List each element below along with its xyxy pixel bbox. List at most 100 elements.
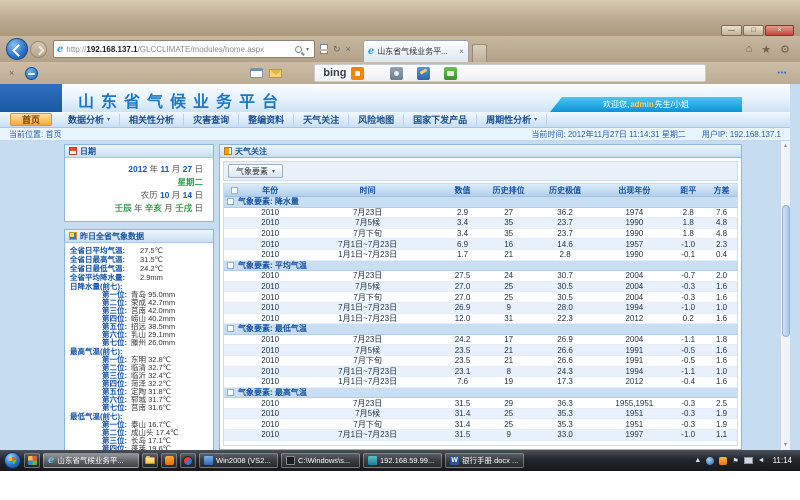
nav-item-整编资料[interactable]: 整编资料 [239,114,294,125]
weather-table: 年份时间数值历史排位历史极值出现年份距平方差气象要素: 降水量20107月23日… [223,183,738,446]
security-app-icon[interactable] [719,457,727,465]
table-cell: 7月1日~7月23日 [296,429,440,440]
stop-icon[interactable]: × [346,44,351,54]
browser-nav-bar: e http://192.168.137.1/GLCCLIMATE/module… [0,36,800,62]
home-icon[interactable]: ⌂ [746,43,753,56]
scrollbar-thumb[interactable] [782,205,790,337]
toolbar-close-icon[interactable]: × [9,68,14,78]
taskbar-window-5[interactable]: W银行手册.docx ... [445,453,524,468]
camera-icon[interactable] [390,67,403,80]
nav-item-首页[interactable]: 首页 [10,113,52,126]
table-cell: 24 [486,271,532,280]
compatibility-icon[interactable] [320,44,328,54]
scroll-up-icon[interactable]: ▲ [781,141,790,151]
start-button[interactable] [4,452,21,469]
page-scrollbar[interactable]: ▲ ▼ [780,141,790,450]
checkbox[interactable] [227,198,234,205]
table-cell: 30.7 [532,271,599,280]
nav-item-数据分析[interactable]: 数据分析▾ [59,114,120,125]
forward-button[interactable] [30,41,47,58]
checkbox[interactable] [227,389,234,396]
checkbox[interactable] [231,187,238,194]
pinned-app-grid[interactable] [24,453,40,468]
pinned-explorer[interactable] [142,453,158,468]
table-cell: 2010 [245,218,296,227]
date-segment: 月 [169,164,182,174]
table-cell: 1月1日~7月23日 [296,249,440,260]
scroll-down-icon[interactable]: ▼ [781,440,790,450]
monitor-tray-icon[interactable] [744,457,753,464]
date-segment: 14 [183,190,192,200]
tab-title: 山东省气候业务平... [377,46,457,57]
table-cell: -0.3 [670,399,706,408]
table-cell: 1.9 [706,420,737,429]
nav-item-周期性分析[interactable]: 周期性分析▾ [477,114,547,125]
flag-icon [224,147,232,155]
blocked-circle-icon[interactable] [25,67,38,80]
network-globe-icon[interactable] [706,457,714,465]
chevron-down-icon: ▾ [534,116,537,123]
date-line: 壬辰 年 辛亥 月 壬戌 日 [69,202,203,215]
nav-item-label: 天气关注 [303,113,339,126]
nav-item-灾害查询[interactable]: 灾害查询 [184,114,239,125]
taskbar-window-4[interactable]: 192.168.59.99... [363,453,442,468]
tab-close-icon[interactable]: × [459,47,464,56]
refresh-icon[interactable]: ↻ [333,44,341,55]
browser-tab[interactable]: e 山东省气候业务平... × [363,40,469,62]
table-cell: 33.0 [532,430,599,439]
maximize-icon[interactable]: □ [743,25,764,36]
chevron-down-icon[interactable]: ▾ [306,46,309,53]
mail-icon[interactable] [269,69,282,78]
table-cell: 1991 [598,356,670,365]
url-text[interactable]: http://192.168.137.1/GLCCLIMATE/modules/… [66,45,293,54]
addon-puzzle-icon[interactable] [444,67,457,80]
new-tab-button[interactable] [472,44,487,62]
taskbar-window-1[interactable]: e山东省气候业务平... [43,453,139,468]
address-bar[interactable]: e http://192.168.137.1/GLCCLIMATE/module… [53,40,315,58]
volume-icon[interactable]: ◄ [758,457,765,464]
stat-value: 27.5℃ [140,246,163,255]
checkbox[interactable] [227,262,234,269]
site-title: 山东省气候业务平台 [78,88,285,112]
table-cell: 1月1日~7月23日 [296,313,440,324]
pinned-media-app[interactable] [180,453,196,468]
search-icon[interactable] [295,46,302,53]
nav-item-风险地图[interactable]: 风险地图 [349,114,404,125]
close-icon[interactable]: × [765,25,794,36]
table-cell: 2010 [245,420,296,429]
table-cell: 16 [486,240,532,249]
favorites-star-icon[interactable]: ★ [761,43,771,56]
table-cell: 1951 [598,409,670,418]
nav-item-相关性分析[interactable]: 相关性分析 [120,114,184,125]
table-cell: 1月1日~7月23日 [296,376,440,387]
table-cell: 1974 [598,208,670,217]
nav-item-国家下发产品[interactable]: 国家下发产品 [404,114,477,125]
toolbox-icon[interactable] [417,67,430,80]
date-segment: 农历 [141,190,160,200]
taskbar-window-3[interactable]: C:\Windows\s... [281,453,360,468]
table-cell: 2010 [245,367,296,376]
gear-icon[interactable]: ⚙ [780,43,790,56]
bing-logo[interactable]: bing [323,67,346,79]
window-title: C:\Windows\s... [298,456,350,465]
card-icon[interactable] [250,68,263,78]
table-row[interactable]: 20107月1日~7月23日31.5933.01997-1.01.1 [224,430,737,441]
taskbar-window-2[interactable]: Win2008 (VS2... [199,453,278,468]
bing-button-icon[interactable] [351,67,364,80]
nav-item-天气关注[interactable]: 天气关注 [294,114,349,125]
minimize-icon[interactable]: — [721,25,742,36]
pinned-app-orange[interactable] [161,453,177,468]
clock[interactable]: 11:14 [773,456,792,465]
flag-tray-icon[interactable]: ⚑ [732,457,738,465]
table-cell: 1.9 [706,409,737,418]
back-button[interactable] [6,38,28,60]
element-filter-button[interactable]: 气象要素▾ [228,164,283,178]
more-dots-icon[interactable]: ⋯ [777,68,788,79]
table-cell: 1.8 [670,229,706,238]
checkbox[interactable] [227,325,234,332]
hidden-icons-arrow[interactable]: ▲ [694,457,701,464]
table-cell: 2010 [245,240,296,249]
table-cell: -1.0 [670,303,706,312]
site-status-bar: 当前位置: 首页 当前时间: 2012年11月27日 11:14:31 星期二 … [0,128,790,141]
date-segment: 10 [160,190,169,200]
